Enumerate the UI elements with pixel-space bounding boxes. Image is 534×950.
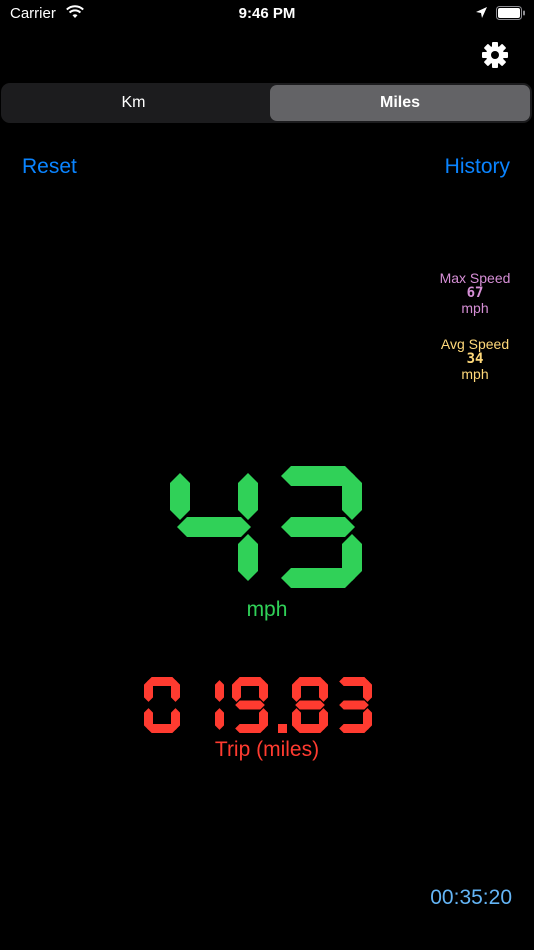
unit-km-segment[interactable]: Km: [3, 85, 264, 121]
battery-icon: [496, 6, 525, 20]
trip-label: Trip (miles): [214, 738, 320, 761]
avg-speed-label: Avg Speed: [440, 336, 510, 352]
speed-unit-label: mph: [246, 598, 288, 621]
unit-segmented-control: Km Miles: [1, 83, 532, 123]
max-speed-stat: Max Speed 67 mph: [422, 271, 528, 316]
avg-speed-unit: mph: [461, 366, 489, 382]
max-speed-unit: mph: [461, 300, 489, 316]
digit-1: [215, 680, 224, 730]
trip-display: [144, 677, 372, 733]
decimal-point: [278, 724, 287, 733]
location-arrow-icon: [476, 7, 487, 18]
digit-9: [232, 677, 268, 733]
digit-0: [144, 677, 180, 733]
digit-8: [292, 677, 328, 733]
digit-3: [339, 677, 372, 733]
elapsed-timer: 00:35:20: [430, 886, 512, 909]
reset-button[interactable]: Reset: [22, 155, 77, 179]
avg-speed-value: 34: [466, 351, 484, 367]
status-bar: Carrier 9:46 PM: [0, 0, 534, 28]
clock: 9:46 PM: [238, 5, 296, 22]
max-speed-label: Max Speed: [439, 270, 511, 286]
digit-3: [281, 466, 362, 588]
gear-icon[interactable]: [481, 41, 509, 69]
avg-speed-stat: Avg Speed 34 mph: [422, 337, 528, 382]
speed-display: [170, 466, 362, 588]
history-button[interactable]: History: [445, 155, 510, 179]
digit-4: [170, 473, 258, 581]
max-speed-value: 67: [466, 285, 484, 301]
unit-miles-segment[interactable]: Miles: [270, 85, 530, 121]
